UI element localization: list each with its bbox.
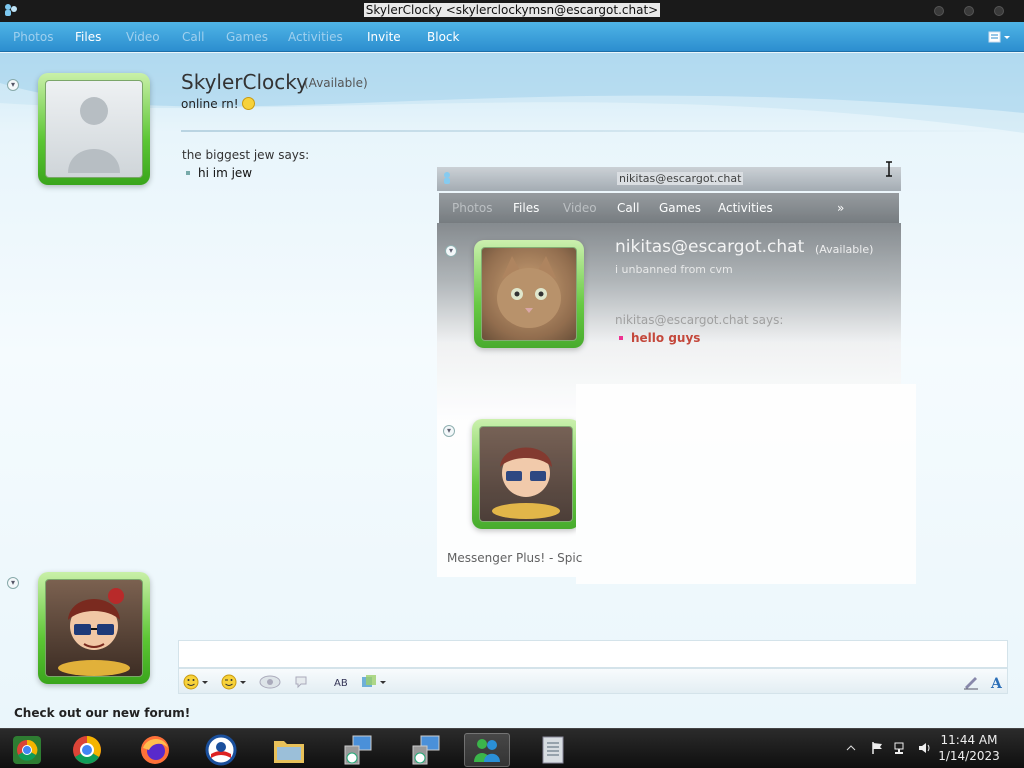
input-toolbar: AB A <box>178 668 1008 694</box>
chrome-icon <box>73 736 101 764</box>
window-titlebar[interactable]: SkylerClocky <skylerclockymsn@escargot.c… <box>0 0 1024 22</box>
header-divider <box>181 130 1021 132</box>
grin-emoticon-icon <box>241 97 255 110</box>
font-icon[interactable]: A <box>989 674 1005 690</box>
message-sender: the biggest jew says: <box>182 148 310 162</box>
ghost-contact-status: (Available) <box>815 243 874 256</box>
cat-photo-icon <box>497 256 561 328</box>
contact-avatar[interactable] <box>38 73 150 185</box>
clock-date[interactable]: 1/14/2023 <box>934 749 1004 763</box>
background-conversation-window[interactable]: nikitas@escargot.chat Photos Files Video… <box>431 167 916 584</box>
ghost-window-title: nikitas@escargot.chat <box>617 172 744 185</box>
default-user-icon <box>68 97 120 173</box>
spellcheck-icon[interactable]: AB <box>334 674 350 690</box>
collapse-contact-icon[interactable]: ▾ <box>7 79 19 91</box>
ghost-toolbar-games[interactable]: Games <box>659 201 701 215</box>
ghost-toolbar: Photos Files Video Call Games Activities… <box>439 193 899 223</box>
ghost-toolbar-files[interactable]: Files <box>513 201 539 215</box>
taskbar-messenger[interactable] <box>464 733 510 767</box>
message-text: hi im jew <box>186 166 252 180</box>
contact-status: (Available) <box>304 76 368 90</box>
voice-clip-icon[interactable] <box>259 674 281 690</box>
wink-icon[interactable] <box>221 674 237 690</box>
close-button[interactable] <box>994 6 1004 16</box>
toolbar-activities[interactable]: Activities <box>288 30 343 44</box>
toolbar-invite[interactable]: Invite <box>367 30 401 44</box>
ghost-render-gap <box>576 384 916 584</box>
ghost-titlebar[interactable]: nikitas@escargot.chat <box>437 167 901 191</box>
chevron-down-icon[interactable] <box>379 674 387 690</box>
chevron-down-icon[interactable] <box>239 674 247 690</box>
ghost-collapse-user-icon[interactable]: ▾ <box>443 425 455 437</box>
folder-icon <box>274 741 304 763</box>
show-hidden-icons-icon[interactable] <box>846 741 856 755</box>
psm-text: online rn! <box>181 97 239 111</box>
ghost-toolbar-more[interactable]: » <box>837 201 844 215</box>
messenger-buddies-icon <box>474 739 500 762</box>
volume-icon[interactable] <box>917 741 931 755</box>
taskbar-obama-app[interactable] <box>198 733 244 767</box>
svg-text:AB: AB <box>334 678 348 689</box>
network-icon[interactable] <box>893 741 907 755</box>
forum-link[interactable]: Check out our new forum! <box>14 706 190 720</box>
ghost-toolbar-activities[interactable]: Activities <box>718 201 773 215</box>
ghost-contact-name: nikitas@escargot.chat <box>615 237 805 257</box>
cartoon-avatar-icon <box>58 588 130 676</box>
toolbar-games[interactable]: Games <box>226 30 268 44</box>
ghost-message-text: hello guys <box>619 331 700 345</box>
taskbar-firefox[interactable] <box>132 733 178 767</box>
network-computer-icon <box>412 735 440 765</box>
conversation-toolbar: Photos Files Video Call Games Activities… <box>0 22 1024 52</box>
clock-time[interactable]: 11:44 AM <box>934 733 1004 747</box>
minimize-button[interactable] <box>934 6 944 16</box>
messenger-icon <box>444 172 450 184</box>
ghost-contact-avatar[interactable] <box>474 240 584 348</box>
firefox-icon <box>141 736 169 764</box>
user-avatar[interactable] <box>38 572 150 684</box>
chrome-icon <box>13 736 41 764</box>
taskbar-chrome-dev[interactable] <box>4 733 50 767</box>
network-computer-icon <box>344 735 372 765</box>
collapse-user-icon[interactable]: ▾ <box>7 577 19 589</box>
toolbar-call[interactable]: Call <box>182 30 204 44</box>
ghost-personal-message: i unbanned from cvm <box>615 263 733 276</box>
ghost-footer-text: Messenger Plus! - Spic <box>447 551 583 565</box>
ghost-toolbar-video[interactable]: Video <box>563 201 597 215</box>
chevron-down-icon[interactable] <box>201 674 209 690</box>
ghost-collapse-icon[interactable]: ▾ <box>445 245 457 257</box>
background-icon[interactable] <box>361 674 377 690</box>
message-input[interactable] <box>178 640 1008 668</box>
taskbar-chrome[interactable] <box>64 733 110 767</box>
document-icon <box>542 736 564 764</box>
maximize-button[interactable] <box>964 6 974 16</box>
toolbar-video[interactable]: Video <box>126 30 160 44</box>
ghost-toolbar-photos[interactable]: Photos <box>452 201 492 215</box>
menu-dropdown-icon[interactable] <box>988 30 1012 44</box>
taskbar-network-app[interactable] <box>334 733 380 767</box>
window-title: SkylerClocky <skylerclockymsn@escargot.c… <box>363 3 661 17</box>
nudge-icon[interactable] <box>293 674 309 690</box>
ghost-toolbar-call[interactable]: Call <box>617 201 639 215</box>
taskbar-network-app-2[interactable] <box>402 733 448 767</box>
contact-name: SkylerClocky <box>181 70 308 94</box>
taskbar-file-explorer[interactable] <box>266 733 312 767</box>
svg-text:A: A <box>990 676 1003 690</box>
ghost-user-avatar[interactable] <box>472 419 580 529</box>
text-cursor-icon <box>886 161 892 177</box>
toolbar-photos[interactable]: Photos <box>13 30 53 44</box>
cartoon-avatar-icon <box>492 447 560 519</box>
action-center-flag-icon[interactable] <box>870 741 884 755</box>
ghost-message-sender: nikitas@escargot.chat says: <box>615 313 784 327</box>
obama-logo-icon <box>205 734 237 766</box>
toolbar-block[interactable]: Block <box>427 30 459 44</box>
handwriting-icon[interactable] <box>963 674 979 690</box>
taskbar-notepad[interactable] <box>530 733 576 767</box>
contact-personal-message: online rn! <box>181 97 255 111</box>
taskbar: 11:44 AM 1/14/2023 <box>0 728 1024 768</box>
toolbar-files[interactable]: Files <box>75 30 101 44</box>
emoticon-icon[interactable] <box>183 674 199 690</box>
